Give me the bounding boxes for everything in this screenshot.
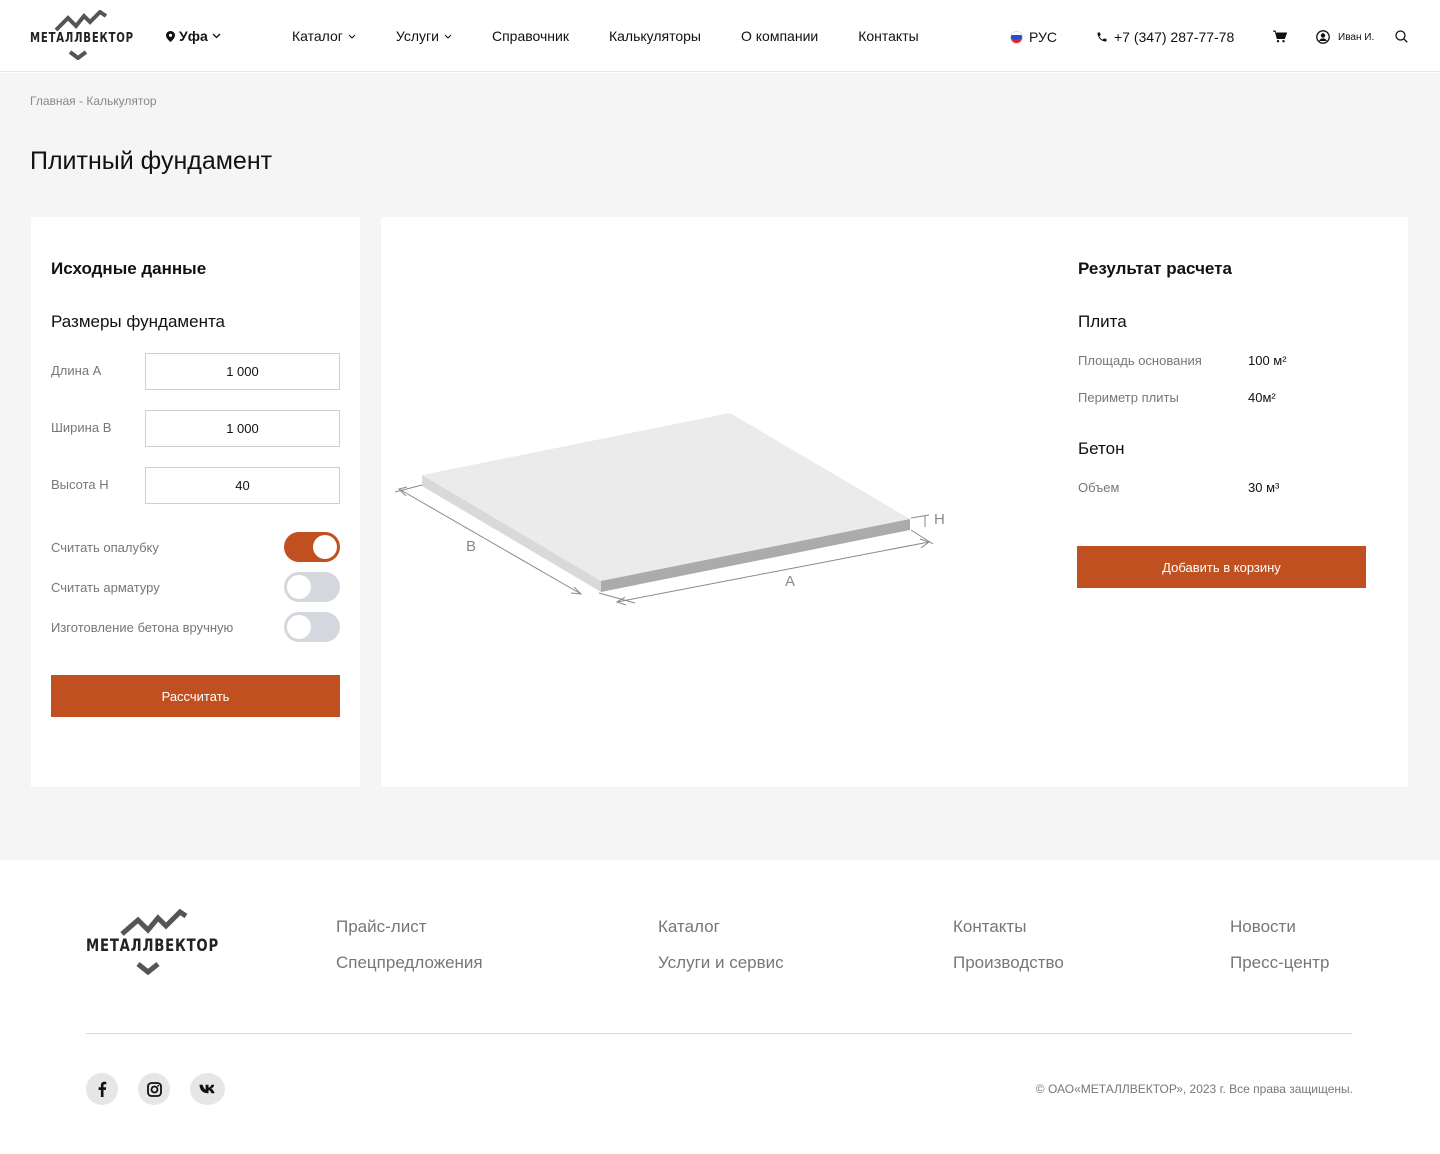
width-label: Ширина В [51,420,112,435]
footer-link-catalog[interactable]: Каталог [658,917,720,937]
cart-button[interactable] [1273,30,1288,48]
calculate-button[interactable]: Рассчитать [51,675,340,717]
result-card: B A H Результат расчета Плита Площадь ос… [381,217,1408,787]
main-nav: Каталог Услуги Справочник Калькуляторы О… [292,28,959,44]
footer-logo[interactable]: МЕТАЛЛВЕКТОР [86,908,218,976]
length-input[interactable] [145,353,340,390]
phone-number: +7 (347) 287-77-78 [1114,29,1235,45]
user-menu[interactable]: Иван И. [1316,30,1374,44]
label-a: A [785,573,795,590]
base-area-label: Площадь основания [1078,353,1202,368]
phone-link[interactable]: +7 (347) 287-77-78 [1096,29,1234,45]
length-label: Длина А [51,363,102,378]
width-input[interactable] [145,410,340,447]
perimeter-label: Периметр плиты [1078,390,1179,405]
add-to-cart-button[interactable]: Добавить в корзину [1077,546,1366,588]
nav-contacts[interactable]: Контакты [858,28,918,44]
slab-top-face [422,413,910,581]
location-pin-icon [166,30,175,42]
user-icon [1316,30,1330,44]
main-content: Главная - Калькулятор Плитный фундамент … [0,73,1440,860]
toggle-knob [287,575,311,599]
site-header: МЕТАЛЛВЕКТОР Уфа Каталог Услуги Справочн… [0,0,1440,72]
nav-label: Контакты [858,28,919,44]
footer-link-contacts[interactable]: Контакты [953,917,1026,937]
rebar-toggle-label: Считать арматуру [51,580,160,595]
nav-label: Калькуляторы [608,28,701,44]
nav-services[interactable]: Услуги [396,28,452,44]
nav-label: Каталог [292,28,343,44]
footer-divider [86,1033,1352,1034]
base-area-value: 100 м² [1248,353,1287,368]
volume-value: 30 м³ [1248,480,1280,495]
logo-text: МЕТАЛЛВЕКТОР [30,31,134,46]
nav-catalog[interactable]: Каталог [292,28,356,44]
concrete-section-title: Бетон [1078,439,1125,458]
chevron-down-icon [348,34,356,39]
phone-icon [1097,32,1107,42]
vk-button[interactable] [190,1073,225,1105]
language-selector[interactable]: РУС [1010,29,1057,45]
nav-label: Услуги [395,28,439,44]
nav-label: Справочник [491,28,569,44]
instagram-icon [146,1081,162,1097]
input-panel-title: Исходные данные [51,259,207,278]
facebook-button[interactable] [86,1073,118,1105]
chevron-down-icon [212,33,221,39]
perimeter-value: 40м² [1248,390,1276,405]
footer-link-news[interactable]: Новости [1230,917,1296,937]
footer-logo-text: МЕТАЛЛВЕКТОР [86,936,219,956]
toggle-knob [313,535,337,559]
footer-link-price-list[interactable]: Прайс-лист [336,917,427,937]
chevron-down-icon [444,34,452,39]
cart-icon [1273,30,1288,43]
search-icon [1395,30,1408,43]
search-button[interactable] [1395,30,1408,48]
height-label: Высота Н [51,477,109,492]
input-panel: Исходные данные Размеры фундамента Длина… [31,217,360,787]
slab-diagram: B A H [394,413,945,606]
vk-icon [199,1084,215,1093]
city-name: Уфа [179,28,208,44]
label-b: B [466,538,476,555]
toggle-knob [287,615,311,639]
facebook-icon [98,1081,107,1097]
language-label: РУС [1029,29,1058,45]
city-selector[interactable]: Уфа [166,28,221,44]
formwork-toggle[interactable] [284,532,340,562]
header-logo[interactable]: МЕТАЛЛВЕКТОР [30,10,134,60]
formwork-toggle-label: Считать опалубку [51,540,159,555]
nav-label: О компании [741,28,819,44]
footer-link-special-offers[interactable]: Спецпредложения [336,953,483,973]
breadcrumb[interactable]: Главная - Калькулятор [30,94,157,108]
volume-label: Объем [1078,480,1120,495]
copyright: © ОАО«МЕТАЛЛВЕКТОР», 2023 г. Все права з… [1035,1082,1353,1096]
instagram-button[interactable] [138,1073,170,1105]
result-title: Результат расчета [1078,259,1232,278]
footer-link-production[interactable]: Производство [953,953,1064,973]
nav-calculators[interactable]: Калькуляторы [609,28,701,44]
flag-ru-icon [1010,30,1023,44]
footer-link-services[interactable]: Услуги и сервис [658,953,784,973]
dimensions-section-title: Размеры фундамента [51,312,226,331]
slab-section-title: Плита [1078,312,1127,331]
nav-about[interactable]: О компании [741,28,818,44]
manual-concrete-toggle-label: Изготовление бетона вручную [51,620,234,635]
site-footer: МЕТАЛЛВЕКТОР Прайс-лист Спецпредложения … [0,860,1440,1154]
label-h: H [934,511,945,528]
page-title: Плитный фундамент [30,147,273,175]
height-input[interactable] [145,467,340,504]
user-name: Иван И. [1338,31,1375,43]
rebar-toggle[interactable] [284,572,340,602]
nav-reference[interactable]: Справочник [492,28,569,44]
manual-concrete-toggle[interactable] [284,612,340,642]
footer-link-press-center[interactable]: Пресс-центр [1230,953,1329,973]
